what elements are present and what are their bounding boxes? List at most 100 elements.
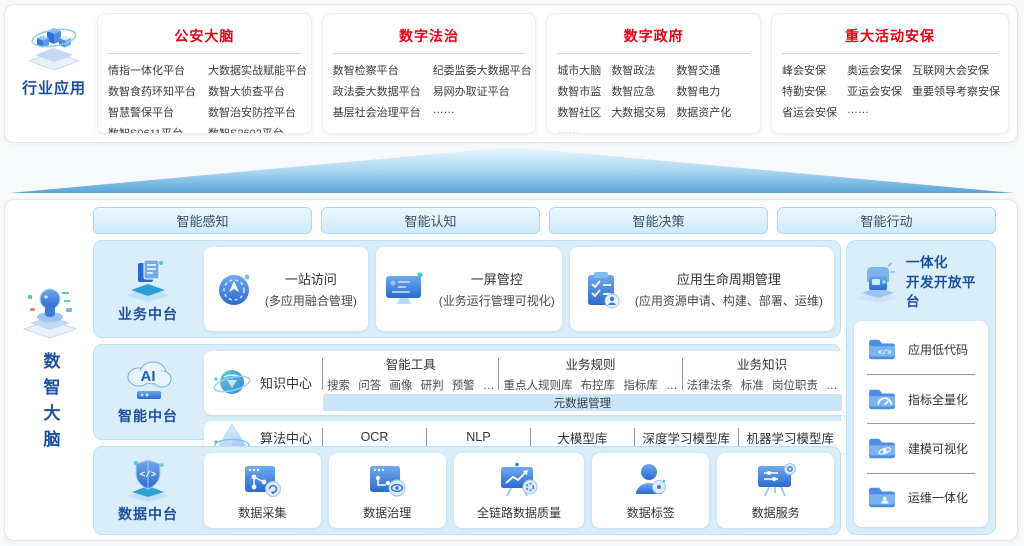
card-title: 数字法治 (332, 26, 527, 46)
industry-side-label-block: 行业应用 (13, 21, 95, 98)
capability-bars: 智能感知 智能认知 智能决策 智能行动 (93, 207, 996, 234)
divider (557, 53, 750, 54)
dev-box-icon (855, 260, 901, 304)
group-business-rules: 业务规则 重点人规则库 布控库 指标库 … (499, 354, 681, 393)
platform-item: 数智食药环知平台 (108, 83, 196, 99)
card-data-collection: 数据采集 (204, 453, 321, 528)
dev-panel-head: 一体化 开发开放平台 (847, 241, 995, 321)
platform-item: 基层社会治理平台 (333, 104, 421, 120)
dev-open-platform-panel: 一体化 开发开放平台 </> 应用低代码 (846, 240, 996, 535)
data-shield-icon: </> (123, 457, 173, 503)
cubes-platform-icon (26, 21, 82, 73)
group-smart-tools: 智能工具 搜索 问答 画像 研判 预警 … (323, 354, 498, 393)
card-public-security-brain: 公安大脑 情指一体化平台 数智食药环知平台 智慧警保平台 数智S0611平台 …… (97, 13, 312, 134)
svg-text:AI: AI (141, 368, 156, 385)
card-data-governance: 数据治理 (329, 453, 446, 528)
brain-side-label: 数智大脑 (38, 352, 63, 456)
card-major-event-security: 重大活动安保 峰会安保 特勤安保 省运会安保 奥运会安保 亚运会安保 …… 互联… (771, 13, 1009, 134)
algo-item-nlp: NLP (427, 430, 530, 444)
platform-item: 数智S0611平台 (108, 125, 196, 134)
modeling-folder-icon (867, 436, 897, 461)
industry-side-label: 行业应用 (22, 77, 86, 98)
platform-item: 数智治安防控平台 (208, 104, 307, 120)
data-tag-icon (631, 461, 671, 499)
card-digital-government: 数字政府 城市大脑 数智市监 数智社区 …… 数智政法 数智应急 大数据交易 (546, 13, 761, 134)
architecture-diagram: 行业应用 公安大脑 情指一体化平台 数智食药环知平台 智慧警保平台 数智S061… (0, 0, 1024, 546)
card-title: 数字政府 (556, 26, 751, 46)
platform-item: …… (433, 104, 532, 116)
brain-head-icon (21, 284, 79, 340)
ops-folder-icon (867, 485, 897, 510)
bar-intelligent-perception: 智能感知 (93, 207, 312, 234)
platform-item: 智慧警保平台 (108, 104, 196, 120)
card-title: 应用生命周期管理 (635, 269, 823, 288)
bar-intelligent-decision: 智能决策 (549, 207, 768, 234)
platform-item: 易网办取证平台 (433, 83, 532, 99)
platform-item: 政法委大数据平台 (333, 83, 421, 99)
compass-icon (215, 270, 253, 308)
platform-item: 特勤安保 (782, 83, 837, 99)
svg-text:</>: </> (878, 350, 892, 358)
data-governance-icon (366, 461, 408, 499)
metadata-management-strip: 元数据管理 (323, 394, 842, 411)
card-subtitle: (业务运行管理可视化) (439, 292, 555, 309)
business-row-head: 业务中台 (100, 247, 196, 331)
platform-item: 峰会安保 (782, 62, 837, 78)
knowledge-center-card: 知识中心 智能工具 搜索 问答 画像 研判 预警 … 业务规则 (204, 351, 852, 415)
platform-item: 奥运会安保 (847, 62, 902, 78)
card-full-chain-data-quality: 全链路数据质量 (454, 453, 585, 528)
data-service-icon (754, 461, 798, 499)
divider (108, 53, 301, 54)
platform-item: 省运会安保 (782, 104, 837, 120)
algo-item-llm-library: 大模型库 (531, 428, 634, 447)
card-data-service: 数据服务 (717, 453, 834, 528)
platform-item: 重要领导考察安保 (912, 83, 1000, 99)
card-title: 数据采集 (238, 504, 286, 521)
monitor-icon (383, 270, 427, 308)
dev-item-low-code: </> 应用低代码 (854, 326, 988, 374)
card-digital-rule-of-law: 数字法治 数智检察平台 政法委大数据平台 基层社会治理平台 纪委监委大数据平台 … (322, 13, 537, 134)
industry-applications-panel: 行业应用 公安大脑 情指一体化平台 数智食药环知平台 智慧警保平台 数智S061… (4, 4, 1018, 143)
dev-item-metrics: 指标全量化 (854, 375, 988, 423)
lowcode-folder-icon: </> (867, 337, 897, 362)
platform-item: 数智交通 (676, 62, 731, 78)
card-title: 全链路数据质量 (477, 504, 561, 521)
algorithm-center-label: 算法中心 (260, 428, 312, 447)
ai-cloud-icon: AI (121, 359, 175, 405)
digital-brain-panel: 智能感知 智能认知 智能决策 智能行动 数智大脑 (4, 199, 1018, 541)
platform-item: 纪委监委大数据平台 (433, 62, 532, 78)
knowledge-center-label: 知识中心 (260, 373, 312, 392)
platform-item: 数据资产化 (676, 104, 731, 120)
intelligence-row-head: AI 智能中台 (100, 351, 196, 433)
platform-item: 数智S2602平台 (208, 125, 307, 134)
algo-item-deep-learning: 深度学习模型库 (635, 428, 738, 447)
data-quality-icon (497, 461, 541, 499)
card-title: 数据标签 (627, 504, 675, 521)
dev-items-card: </> 应用低代码 指标全量化 (854, 321, 988, 527)
platform-item: 情指一体化平台 (108, 62, 196, 78)
platform-item: 数智市监 (557, 83, 601, 99)
platform-item: 数智应急 (611, 83, 666, 99)
card-subtitle: (应用资源申请、构建、部署、运维) (635, 292, 823, 309)
divider (333, 53, 526, 54)
algo-item-machine-learning: 机器学习模型库 (739, 428, 842, 447)
card-one-screen-control: 一屏管控 (业务运行管理可视化) (376, 247, 562, 331)
platform-item: 亚运会安保 (847, 83, 902, 99)
card-title: 公安大脑 (107, 26, 302, 46)
card-title: 一站访问 (265, 269, 357, 288)
card-title: 重大活动安保 (781, 26, 999, 46)
platform-item: 数智电力 (676, 83, 731, 99)
bar-intelligent-cognition: 智能认知 (321, 207, 540, 234)
platform-item: 大数据交易 (611, 104, 666, 120)
apps-platform-icon (123, 255, 173, 303)
algo-item-ocr: OCR (323, 430, 426, 444)
data-platform-row: </> 数据中台 数据采集 (93, 446, 841, 535)
intelligence-platform-row: AI 智能中台 知识中心 (93, 344, 841, 440)
platform-item: …… (557, 125, 601, 134)
platform-item: 数智政法 (611, 62, 666, 78)
platform-item: 数智检察平台 (333, 62, 421, 78)
card-title: 一屏管控 (439, 269, 555, 288)
support-funnel-arrow (10, 147, 1014, 193)
industry-cards: 公安大脑 情指一体化平台 数智食药环知平台 智慧警保平台 数智S0611平台 …… (97, 13, 1009, 134)
platform-item: 数智社区 (557, 104, 601, 120)
